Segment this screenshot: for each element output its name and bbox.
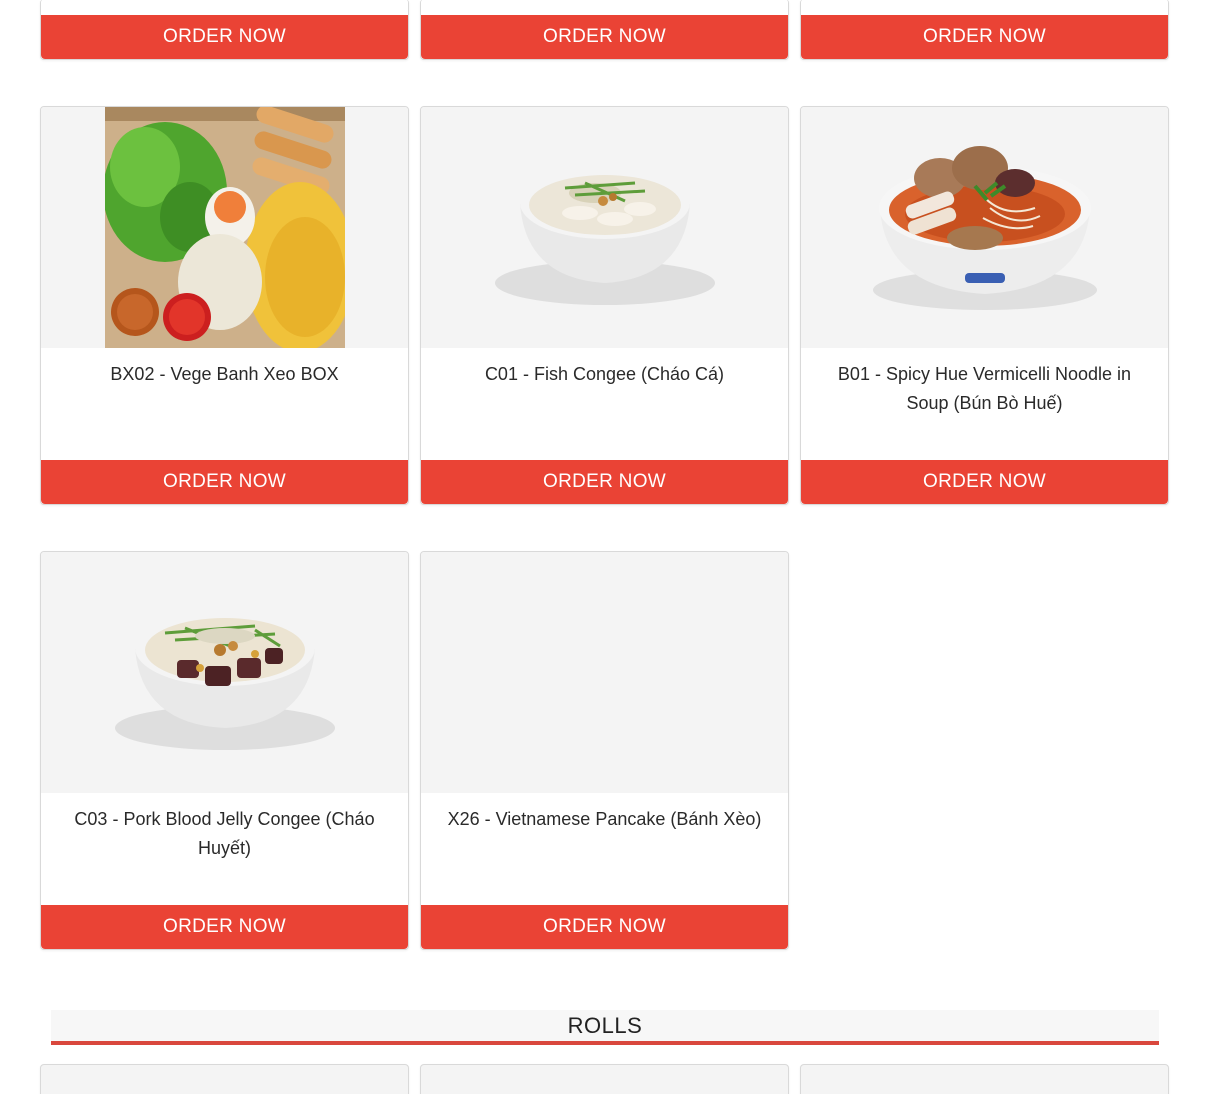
bun-bo-hue-photo: [872, 145, 1097, 310]
order-now-button[interactable]: ORDER NOW: [41, 905, 408, 949]
menu-card: [40, 1064, 409, 1094]
menu-item-title[interactable]: BX02 - Vege Banh Xeo BOX: [41, 348, 408, 460]
menu-row-next: [40, 1064, 1170, 1094]
order-now-button[interactable]: ORDER NOW: [41, 15, 408, 59]
menu-card: [420, 1064, 789, 1094]
order-now-button[interactable]: ORDER NOW: [421, 15, 788, 59]
menu-card: C01 - Fish Congee (Cháo Cá) ORDER NOW: [420, 106, 789, 505]
menu-card: ORDER NOW: [800, 0, 1169, 60]
menu-card: BX02 - Vege Banh Xeo BOX ORDER NOW: [40, 106, 409, 505]
menu-card: ORDER NOW: [40, 0, 409, 60]
menu-item-title[interactable]: C01 - Fish Congee (Cháo Cá): [421, 348, 788, 460]
menu-item-image[interactable]: [421, 107, 788, 348]
menu-row: BX02 - Vege Banh Xeo BOX ORDER NOW C01 -…: [40, 106, 1170, 505]
menu-card: X26 - Vietnamese Pancake (Bánh Xèo) ORDE…: [420, 551, 789, 950]
order-now-button[interactable]: ORDER NOW: [421, 460, 788, 504]
menu-card: B01 - Spicy Hue Vermicelli Noodle in Sou…: [800, 106, 1169, 505]
pork-blood-congee-photo: [114, 609, 335, 750]
section-title-rolls: ROLLS: [51, 1010, 1159, 1045]
order-now-button[interactable]: ORDER NOW: [801, 460, 1168, 504]
menu-item-title[interactable]: X26 - Vietnamese Pancake (Bánh Xèo): [421, 793, 788, 905]
menu-item-title[interactable]: C03 - Pork Blood Jelly Congee (Cháo Huyế…: [41, 793, 408, 905]
menu-row: C03 - Pork Blood Jelly Congee (Cháo Huyế…: [40, 551, 1170, 950]
order-now-button[interactable]: ORDER NOW: [41, 460, 408, 504]
menu-item-image[interactable]: [801, 107, 1168, 348]
menu-card: [800, 1064, 1169, 1094]
menu-row-previous: ORDER NOW ORDER NOW ORDER NOW: [40, 0, 1170, 60]
menu-card: ORDER NOW: [420, 0, 789, 60]
menu-item-image-placeholder[interactable]: [421, 552, 788, 793]
order-now-button[interactable]: ORDER NOW: [421, 905, 788, 949]
menu-item-image[interactable]: [41, 107, 408, 348]
menu-item-image[interactable]: [41, 552, 408, 793]
fish-congee-photo: [494, 166, 715, 305]
order-now-button[interactable]: ORDER NOW: [801, 15, 1168, 59]
vege-banh-xeo-box-photo: [105, 107, 345, 348]
menu-item-title[interactable]: B01 - Spicy Hue Vermicelli Noodle in Sou…: [801, 348, 1168, 460]
menu-card: C03 - Pork Blood Jelly Congee (Cháo Huyế…: [40, 551, 409, 950]
